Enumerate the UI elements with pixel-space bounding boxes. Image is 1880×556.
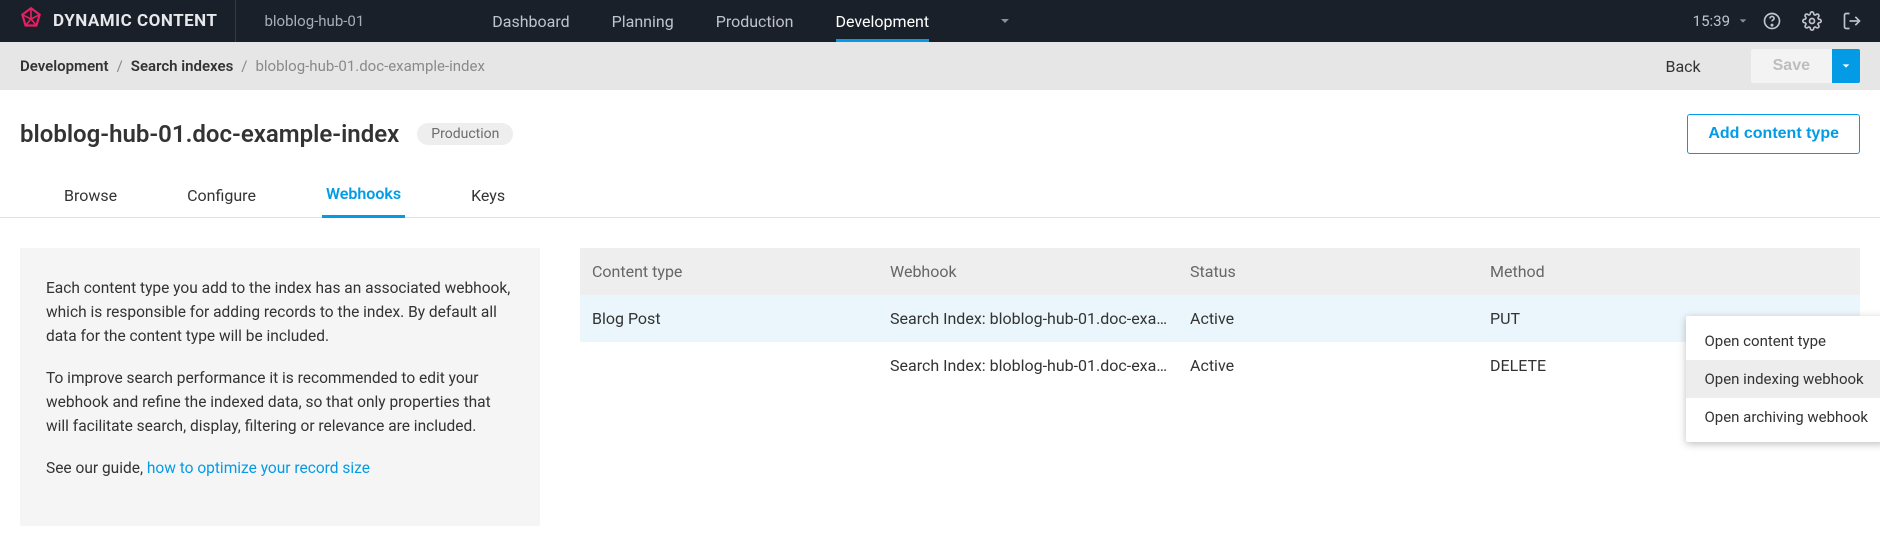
breadcrumb-search-indexes[interactable]: Search indexes [131,57,233,75]
save-dropdown-button[interactable] [1832,49,1860,83]
tab-browse[interactable]: Browse [60,174,121,217]
breadcrumb-separator: / [241,57,247,75]
nav-development[interactable]: Development [836,0,930,42]
hub-selector[interactable]: bloblog-hub-01 [236,12,392,30]
nav-more-caret-icon[interactable] [999,15,1011,27]
menu-open-indexing-webhook[interactable]: Open indexing webhook [1686,360,1880,398]
breadcrumb-development[interactable]: Development [20,57,109,75]
add-content-type-button[interactable]: Add content type [1687,114,1860,154]
top-icon-group [1762,11,1880,31]
brand-block[interactable]: DYNAMIC CONTENT [0,0,235,42]
webhooks-table: Content type Webhook Status Method Blog … [580,248,1860,389]
cell-content-type: Blog Post [580,295,880,342]
breadcrumb-separator: / [117,57,123,75]
info-guide-link[interactable]: how to optimize your record size [147,459,370,477]
col-webhook: Webhook [880,248,1180,295]
row-actions-menu: Open content type Open indexing webhook … [1686,316,1880,442]
toolbar: Development / Search indexes / bloblog-h… [0,42,1880,90]
settings-icon[interactable] [1802,11,1822,31]
back-button[interactable]: Back [1665,57,1700,76]
cell-status: Active [1180,295,1480,342]
menu-open-content-type[interactable]: Open content type [1686,322,1880,360]
cell-webhook: Search Index: bloblog-hub-01.doc-exa… [880,342,1180,389]
info-paragraph-1: Each content type you add to the index h… [46,276,514,348]
cell-status: Active [1180,342,1480,389]
environment-badge: Production [417,123,513,145]
tab-keys[interactable]: Keys [467,174,509,217]
table-row[interactable]: Search Index: bloblog-hub-01.doc-exa… Ac… [580,342,1860,389]
breadcrumb: Development / Search indexes / bloblog-h… [20,57,485,75]
nav-planning[interactable]: Planning [612,0,674,42]
nav-dashboard[interactable]: Dashboard [492,0,569,42]
page-title: bloblog-hub-01.doc-example-index [20,120,399,148]
col-content-type: Content type [580,248,880,295]
cell-webhook: Search Index: bloblog-hub-01.doc-exa… [880,295,1180,342]
menu-open-archiving-webhook[interactable]: Open archiving webhook [1686,398,1880,436]
breadcrumb-current: bloblog-hub-01.doc-example-index [255,57,484,75]
col-status: Status [1180,248,1480,295]
tab-configure[interactable]: Configure [183,174,260,217]
brand-logo-icon [18,6,44,36]
info-paragraph-2: To improve search performance it is reco… [46,366,514,438]
col-actions [1812,248,1860,295]
clock-time: 15:39 [1693,12,1730,30]
info-paragraph-3: See our guide, how to optimize your reco… [46,456,514,480]
save-button-group: Save [1751,49,1860,83]
nav-production[interactable]: Production [716,0,794,42]
cell-content-type [580,342,880,389]
logout-icon[interactable] [1842,11,1862,31]
brand-name: DYNAMIC CONTENT [53,11,217,31]
clock[interactable]: 15:39 [1693,12,1762,30]
info-panel: Each content type you add to the index h… [20,248,540,526]
page-header: bloblog-hub-01.doc-example-index Product… [0,90,1880,172]
table-row[interactable]: Blog Post Search Index: bloblog-hub-01.d… [580,295,1860,342]
content-area: Each content type you add to the index h… [0,218,1880,556]
index-tabs: Browse Configure Webhooks Keys [0,172,1880,218]
webhooks-table-wrap: Content type Webhook Status Method Blog … [580,248,1860,389]
info-guide-prefix: See our guide, [46,459,147,477]
col-method: Method [1480,248,1812,295]
top-navbar: DYNAMIC CONTENT bloblog-hub-01 Dashboard… [0,0,1880,42]
chevron-down-icon [1738,16,1748,26]
help-icon[interactable] [1762,11,1782,31]
tab-webhooks[interactable]: Webhooks [322,172,405,218]
main-nav: Dashboard Planning Production Developmen… [492,0,1011,42]
save-button[interactable]: Save [1751,49,1832,83]
